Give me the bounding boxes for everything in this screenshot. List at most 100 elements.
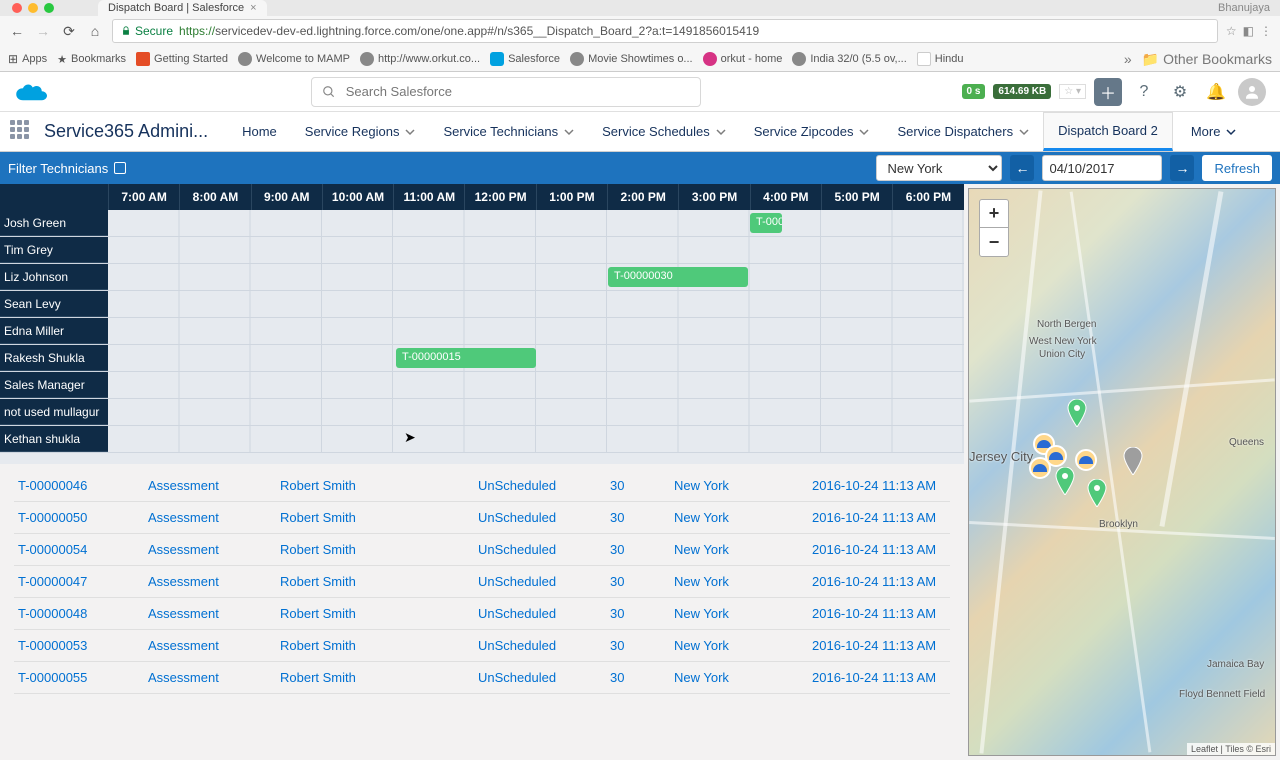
map-pin-icon[interactable]: [1087, 479, 1107, 507]
job-status[interactable]: UnScheduled: [478, 574, 610, 589]
job-row[interactable]: T-00000047 Assessment Robert Smith UnSch…: [14, 566, 950, 598]
job-status[interactable]: UnScheduled: [478, 670, 610, 685]
job-date[interactable]: 2016-10-24 11:13 AM: [812, 574, 946, 589]
job-date[interactable]: 2016-10-24 11:13 AM: [812, 542, 946, 557]
tech-marker-icon[interactable]: [1029, 457, 1051, 479]
job-type[interactable]: Assessment: [148, 670, 280, 685]
window-min-icon[interactable]: [28, 3, 38, 13]
job-type[interactable]: Assessment: [148, 510, 280, 525]
bookmark-item[interactable]: orkut - home: [703, 52, 783, 66]
job-customer[interactable]: Robert Smith: [280, 670, 478, 685]
schedule-grid[interactable]: 7:00 AM8:00 AM9:00 AM10:00 AM11:00 AM12:…: [0, 184, 964, 464]
job-customer[interactable]: Robert Smith: [280, 574, 478, 589]
date-input[interactable]: [1042, 155, 1162, 181]
url-input[interactable]: Secure https:// servicedev-dev-ed.lightn…: [112, 19, 1218, 43]
nav-tab[interactable]: Dispatch Board 2: [1043, 112, 1173, 151]
bookmark-item[interactable]: Hindu: [917, 52, 964, 66]
job-customer[interactable]: Robert Smith: [280, 542, 478, 557]
job-type[interactable]: Assessment: [148, 478, 280, 493]
map-pin-icon[interactable]: [1123, 447, 1143, 475]
back-icon[interactable]: ←: [8, 22, 26, 40]
job-id[interactable]: T-00000054: [18, 542, 148, 557]
map-pin-icon[interactable]: [1067, 399, 1087, 427]
job-id[interactable]: T-00000048: [18, 606, 148, 621]
map-pin-icon[interactable]: [1055, 467, 1075, 495]
bookmark-item[interactable]: Salesforce: [490, 52, 560, 66]
job-duration[interactable]: 30: [610, 574, 674, 589]
nav-tab[interactable]: Service Schedules: [588, 112, 740, 151]
job-status[interactable]: UnScheduled: [478, 542, 610, 557]
schedule-slots[interactable]: [108, 291, 964, 317]
job-type[interactable]: Assessment: [148, 574, 280, 589]
prev-date-button[interactable]: ←: [1010, 155, 1034, 181]
job-type[interactable]: Assessment: [148, 542, 280, 557]
tech-marker-icon[interactable]: [1075, 449, 1097, 471]
job-customer[interactable]: Robert Smith: [280, 510, 478, 525]
home-icon[interactable]: ⌂: [86, 22, 104, 40]
job-id[interactable]: T-00000046: [18, 478, 148, 493]
job-date[interactable]: 2016-10-24 11:13 AM: [812, 638, 946, 653]
job-date[interactable]: 2016-10-24 11:13 AM: [812, 510, 946, 525]
salesforce-logo-icon[interactable]: [14, 80, 50, 104]
schedule-slots[interactable]: T-00000030: [108, 264, 964, 290]
filter-checkbox[interactable]: [114, 162, 126, 174]
bookmark-item[interactable]: Welcome to MAMP: [238, 52, 350, 66]
nav-more[interactable]: More: [1177, 124, 1251, 139]
browser-tab[interactable]: Dispatch Board | Salesforce ×: [98, 0, 267, 16]
job-customer[interactable]: Robert Smith: [280, 638, 478, 653]
close-icon[interactable]: ×: [250, 2, 256, 14]
nav-tab[interactable]: Service Zipcodes: [740, 112, 884, 151]
gear-icon[interactable]: ⚙: [1166, 78, 1194, 106]
job-duration[interactable]: 30: [610, 606, 674, 621]
region-select[interactable]: New York: [876, 155, 1002, 181]
job-customer[interactable]: Robert Smith: [280, 478, 478, 493]
reload-icon[interactable]: ⟳: [60, 22, 78, 40]
job-list[interactable]: T-00000046 Assessment Robert Smith UnSch…: [0, 464, 964, 760]
job-status[interactable]: UnScheduled: [478, 606, 610, 621]
ticket-block[interactable]: T-0000: [750, 213, 782, 233]
bookmark-item[interactable]: India 32/0 (5.5 ov,...: [792, 52, 906, 66]
window-close-icon[interactable]: [12, 3, 22, 13]
bookmark-item[interactable]: http://www.orkut.co...: [360, 52, 480, 66]
nav-tab[interactable]: Service Regions: [291, 112, 430, 151]
app-launcher-icon[interactable]: [10, 120, 34, 144]
job-id[interactable]: T-00000055: [18, 670, 148, 685]
bell-icon[interactable]: 🔔: [1202, 78, 1230, 106]
star-icon[interactable]: ☆: [1226, 24, 1237, 38]
refresh-button[interactable]: Refresh: [1202, 155, 1272, 181]
overflow-icon[interactable]: »: [1124, 51, 1132, 67]
job-date[interactable]: 2016-10-24 11:13 AM: [812, 606, 946, 621]
job-duration[interactable]: 30: [610, 510, 674, 525]
next-date-button[interactable]: →: [1170, 155, 1194, 181]
job-row[interactable]: T-00000046 Assessment Robert Smith UnSch…: [14, 470, 950, 502]
job-date[interactable]: 2016-10-24 11:13 AM: [812, 478, 946, 493]
zoom-out-button[interactable]: −: [980, 228, 1008, 256]
job-row[interactable]: T-00000050 Assessment Robert Smith UnSch…: [14, 502, 950, 534]
job-status[interactable]: UnScheduled: [478, 478, 610, 493]
job-row[interactable]: T-00000053 Assessment Robert Smith UnSch…: [14, 630, 950, 662]
schedule-slots[interactable]: T-00000015: [108, 345, 964, 371]
search-input[interactable]: Search Salesforce: [311, 77, 701, 107]
job-status[interactable]: UnScheduled: [478, 510, 610, 525]
rating-widget[interactable]: ☆ ▾: [1059, 84, 1086, 99]
schedule-slots[interactable]: [108, 318, 964, 344]
bookmark-item[interactable]: ★Bookmarks: [57, 53, 126, 66]
job-region[interactable]: New York: [674, 606, 812, 621]
ticket-block[interactable]: T-00000030: [608, 267, 748, 287]
job-duration[interactable]: 30: [610, 542, 674, 557]
job-type[interactable]: Assessment: [148, 606, 280, 621]
nav-tab[interactable]: Service Dispatchers: [883, 112, 1043, 151]
bookmark-item[interactable]: Movie Showtimes o...: [570, 52, 693, 66]
job-id[interactable]: T-00000053: [18, 638, 148, 653]
job-duration[interactable]: 30: [610, 638, 674, 653]
job-region[interactable]: New York: [674, 638, 812, 653]
ext-icon[interactable]: ◧: [1243, 24, 1254, 38]
job-id[interactable]: T-00000050: [18, 510, 148, 525]
job-customer[interactable]: Robert Smith: [280, 606, 478, 621]
window-max-icon[interactable]: [44, 3, 54, 13]
bookmark-item[interactable]: Getting Started: [136, 52, 228, 66]
job-region[interactable]: New York: [674, 478, 812, 493]
zoom-in-button[interactable]: +: [980, 200, 1008, 228]
schedule-slots[interactable]: T-0000: [108, 210, 964, 236]
avatar[interactable]: [1238, 78, 1266, 106]
